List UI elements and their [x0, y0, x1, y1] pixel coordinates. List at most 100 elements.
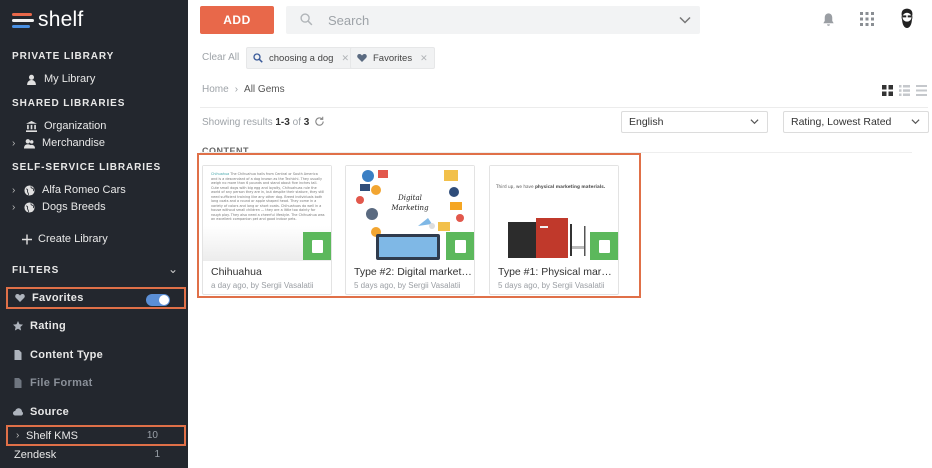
gem-card-chihuahua[interactable]: Chihuahua The Chihuahua hails from Centr…: [202, 165, 332, 295]
star-icon: [12, 321, 24, 331]
source-label: Zendesk: [14, 449, 57, 461]
card-title[interactable]: Chihuahua: [211, 266, 329, 278]
user-avatar-icon[interactable]: [896, 7, 918, 31]
thumb-highlight: Chihuahua: [211, 172, 230, 176]
document-badge-icon: [590, 232, 618, 260]
grid-view-icon[interactable]: [882, 83, 893, 101]
view-switcher: [882, 83, 927, 101]
compact-list-icon[interactable]: [916, 83, 927, 101]
filter-label: Favorites: [32, 292, 84, 304]
sort-select-value: Rating, Lowest Rated: [791, 116, 892, 128]
sidebar-item-label: Organization: [44, 120, 107, 132]
search-icon: [253, 53, 265, 63]
chevron-right-icon[interactable]: ›: [12, 185, 22, 196]
results-range: 1-3: [275, 117, 290, 128]
cloud-icon: [12, 407, 24, 417]
shelf-logo[interactable]: shelf: [12, 8, 83, 32]
favorites-toggle[interactable]: [146, 294, 170, 306]
chevron-right-icon[interactable]: ›: [12, 202, 22, 213]
list-view-icon[interactable]: [899, 83, 910, 101]
filter-content-type[interactable]: Content Type: [6, 344, 186, 366]
app-name: shelf: [38, 8, 84, 31]
shelf-logo-icon: [12, 12, 34, 28]
filter-file-format: File Format: [6, 372, 186, 394]
sidebar-item-alfa-romeo[interactable]: › Alfa Romeo Cars: [12, 182, 182, 198]
gem-card-digital-marketing[interactable]: Digital Marketing Type #2: Digital marke…: [345, 165, 475, 295]
search-bar[interactable]: Search: [286, 6, 700, 34]
sidebar-item-my-library[interactable]: My Library: [24, 71, 194, 87]
chevron-down-icon: [750, 117, 759, 129]
bell-icon[interactable]: [818, 9, 838, 29]
source-item-zendesk[interactable]: Zendesk 1: [14, 447, 184, 463]
sort-select[interactable]: Rating, Lowest Rated: [783, 111, 929, 133]
people-icon: [22, 138, 36, 149]
apps-grid-icon[interactable]: [857, 9, 877, 29]
sidebar-item-merchandise[interactable]: › Merchandise: [12, 135, 182, 151]
filter-chip-favorites[interactable]: Favorites ✕: [350, 47, 435, 69]
filter-label: File Format: [30, 377, 93, 389]
filter-label: Rating: [30, 320, 67, 332]
breadcrumb-home[interactable]: Home: [202, 84, 229, 95]
results-summary: Showing results 1-3 of 3: [202, 116, 325, 130]
clear-all-link[interactable]: Clear All: [202, 52, 239, 63]
create-library-label: Create Library: [38, 233, 108, 245]
search-input[interactable]: Search: [328, 13, 369, 28]
chevron-right-icon[interactable]: ›: [12, 138, 22, 149]
filter-source[interactable]: Source: [6, 401, 186, 423]
chevron-down-icon[interactable]: ⌄: [168, 262, 178, 276]
svg-text:Digital: Digital: [397, 194, 422, 202]
filter-chip-search[interactable]: choosing a dog ✕: [246, 47, 356, 69]
plus-icon: [22, 234, 32, 245]
add-button[interactable]: ADD: [200, 6, 274, 34]
chevron-down-icon: [911, 117, 920, 129]
sidebar-item-label: My Library: [44, 73, 96, 85]
chevron-down-icon[interactable]: [678, 13, 692, 27]
source-count: 1: [154, 449, 160, 460]
chip-label: choosing a dog: [269, 52, 334, 64]
chip-label: Favorites: [373, 52, 413, 64]
sidebar-item-organization[interactable]: Organization: [24, 118, 194, 134]
document-badge-icon: [446, 232, 474, 260]
card-title[interactable]: Type #2: Digital marketing materials: [354, 266, 472, 278]
card-meta: 5 days ago, by Sergii Vasalatii: [354, 281, 461, 290]
filters-heading: FILTERS: [12, 265, 60, 276]
divider: [200, 107, 928, 108]
file-icon: [12, 378, 24, 388]
card-meta: a day ago, by Sergii Vasalatii: [211, 281, 314, 290]
breadcrumb-separator: ›: [234, 84, 239, 95]
language-select[interactable]: English: [621, 111, 768, 133]
gem-card-physical-marketing[interactable]: Third up, we have physical marketing mat…: [489, 165, 619, 295]
results-total: 3: [303, 117, 310, 128]
filter-favorites[interactable]: Favorites: [6, 287, 186, 309]
card-title[interactable]: Type #1: Physical marketing materials: [498, 266, 616, 278]
create-library-button[interactable]: Create Library: [22, 231, 192, 247]
source-count: 10: [146, 430, 158, 441]
sidebar-item-label: Merchandise: [42, 137, 105, 149]
breadcrumb: Home › All Gems: [202, 84, 285, 95]
globe-icon: [22, 201, 36, 213]
filter-label: Content Type: [30, 349, 104, 361]
svg-text:Marketing: Marketing: [390, 204, 429, 212]
refresh-icon[interactable]: [314, 116, 325, 130]
filter-rating[interactable]: Rating: [6, 315, 186, 337]
close-icon[interactable]: ✕: [420, 53, 428, 64]
chevron-right-icon[interactable]: ›: [16, 430, 26, 441]
heart-icon: [357, 53, 369, 63]
thumb-text: The Chihuahua hails from Central or Sout…: [211, 172, 325, 221]
document-badge-icon: [303, 232, 331, 260]
language-select-value: English: [629, 116, 664, 128]
source-label: Shelf KMS: [26, 429, 78, 442]
bank-icon: [24, 120, 38, 132]
self-service-heading: SELF-SERVICE LIBRARIES: [12, 162, 162, 173]
filter-label: Source: [30, 406, 70, 418]
sidebar: shelf PRIVATE LIBRARY My Library SHARED …: [0, 0, 188, 468]
heart-icon: [14, 293, 26, 303]
shared-libraries-heading: SHARED LIBRARIES: [12, 98, 126, 109]
card-meta: 5 days ago, by Sergii Vasalatii: [498, 281, 605, 290]
close-icon[interactable]: ✕: [341, 53, 349, 64]
sidebar-item-label: Alfa Romeo Cars: [42, 184, 126, 196]
sidebar-item-dogs-breeds[interactable]: › Dogs Breeds: [12, 199, 182, 215]
source-item-shelf-kms[interactable]: › Shelf KMS 10: [6, 425, 186, 446]
sidebar-item-label: Dogs Breeds: [42, 201, 106, 213]
search-icon: [300, 13, 314, 27]
